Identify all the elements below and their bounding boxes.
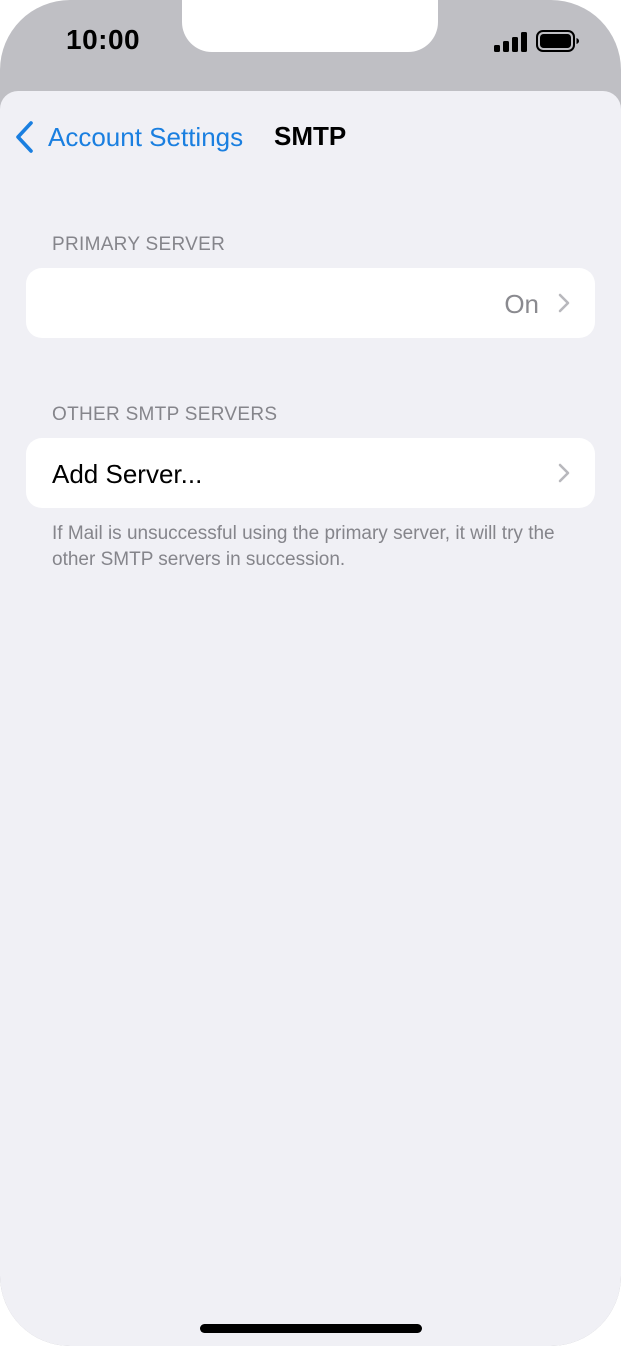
back-button-label: Account Settings <box>48 121 244 152</box>
status-bar: 10:00 <box>0 0 621 92</box>
home-indicator[interactable] <box>200 1324 422 1333</box>
chevron-right-icon <box>558 463 570 483</box>
back-button[interactable]: Account Settings <box>12 117 243 157</box>
other-servers-footer: If Mail is unsuccessful using the primar… <box>52 523 555 570</box>
status-time: 10:00 <box>66 24 141 55</box>
add-server-label: Add Server... <box>52 459 203 489</box>
primary-server-status: On <box>504 289 539 319</box>
add-server-cell[interactable]: Add Server... <box>26 438 595 508</box>
battery-icon <box>536 30 579 52</box>
primary-server-cell[interactable]: On <box>26 268 595 338</box>
settings-screen: Account Settings SMTP PRIMARY SERVER On … <box>0 91 621 1346</box>
page-title: SMTP <box>274 121 347 151</box>
signal-icon <box>494 32 527 52</box>
other-servers-header: OTHER SMTP SERVERS <box>52 404 278 425</box>
chevron-right-icon <box>558 293 570 313</box>
primary-server-header: PRIMARY SERVER <box>52 234 226 255</box>
navigation-bar: Account Settings SMTP <box>0 91 621 181</box>
chevron-left-icon <box>16 121 33 153</box>
notch <box>182 0 438 52</box>
device-frame: 10:00 Account Settings SMTP PRIMARY SERV… <box>0 0 621 1346</box>
